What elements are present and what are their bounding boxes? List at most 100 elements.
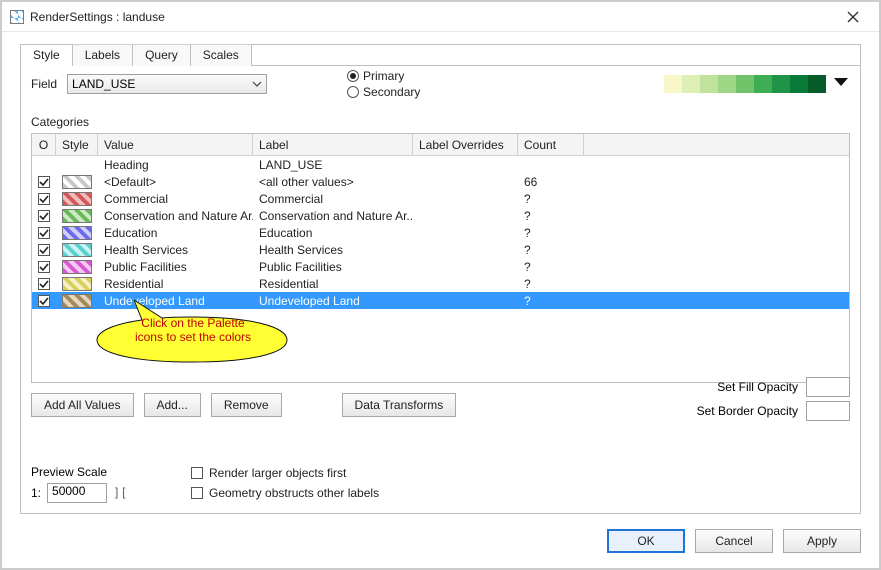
heading-label: LAND_USE — [253, 158, 413, 172]
field-value: LAND_USE — [72, 77, 135, 91]
scale-link-icon[interactable]: ][ — [113, 486, 127, 500]
scale-prefix: 1: — [31, 486, 41, 500]
style-swatch[interactable] — [62, 294, 92, 308]
palette-swatch[interactable] — [790, 75, 808, 93]
col-header-count[interactable]: Count — [518, 134, 584, 155]
row-label: Health Services — [253, 243, 413, 257]
row-value: Commercial — [98, 192, 253, 206]
row-checkbox[interactable] — [38, 295, 50, 307]
style-swatch[interactable] — [62, 226, 92, 240]
style-swatch[interactable] — [62, 260, 92, 274]
render-larger-first-checkbox[interactable] — [191, 467, 203, 479]
style-swatch[interactable] — [62, 243, 92, 257]
categories-label: Categories — [31, 115, 850, 129]
table-row[interactable]: CommercialCommercial? — [32, 190, 849, 207]
palette-swatch[interactable] — [754, 75, 772, 93]
style-swatch[interactable] — [62, 175, 92, 189]
row-count: ? — [518, 209, 584, 223]
row-checkbox[interactable] — [38, 227, 50, 239]
row-label: Residential — [253, 277, 413, 291]
row-checkbox[interactable] — [38, 278, 50, 290]
field-dropdown[interactable]: LAND_USE — [67, 74, 267, 94]
border-opacity-label: Set Border Opacity — [697, 404, 798, 418]
row-checkbox[interactable] — [38, 244, 50, 256]
palette-swatch[interactable] — [718, 75, 736, 93]
palette-picker[interactable] — [664, 75, 826, 93]
grid-heading-row[interactable]: HeadingLAND_USE — [32, 156, 849, 173]
style-swatch[interactable] — [62, 209, 92, 223]
row-count: ? — [518, 192, 584, 206]
tab-style[interactable]: Style — [20, 44, 73, 66]
tab-labels[interactable]: Labels — [72, 44, 133, 66]
title-bar: RenderSettings : landuse — [2, 2, 879, 32]
field-label: Field — [31, 77, 57, 91]
row-value: <Default> — [98, 175, 253, 189]
row-value: Health Services — [98, 243, 253, 257]
table-row[interactable]: ResidentialResidential? — [32, 275, 849, 292]
window-title: RenderSettings : landuse — [30, 10, 165, 24]
apply-button[interactable]: Apply — [783, 529, 861, 553]
table-row[interactable]: Public FacilitiesPublic Facilities? — [32, 258, 849, 275]
scale-input[interactable]: 50000 — [47, 483, 107, 503]
col-header-overrides[interactable]: Label Overrides — [413, 134, 518, 155]
col-header-value[interactable]: Value — [98, 134, 253, 155]
ok-button[interactable]: OK — [607, 529, 685, 553]
row-label: Public Facilities — [253, 260, 413, 274]
col-header-o[interactable]: O — [32, 134, 56, 155]
palette-swatch[interactable] — [700, 75, 718, 93]
fill-opacity-input[interactable] — [806, 377, 850, 397]
primary-radio-label: Primary — [363, 69, 404, 83]
table-row[interactable]: Undeveloped LandUndeveloped Land? — [32, 292, 849, 309]
add-all-values-button[interactable]: Add All Values — [31, 393, 134, 417]
app-icon — [10, 10, 24, 24]
palette-dropdown-icon[interactable] — [832, 73, 850, 94]
palette-swatch[interactable] — [808, 75, 826, 93]
dialog-window: RenderSettings : landuse StyleLabelsQuer… — [0, 0, 881, 570]
secondary-radio[interactable] — [347, 86, 359, 98]
secondary-radio-label: Secondary — [363, 85, 420, 99]
row-count: ? — [518, 226, 584, 240]
border-opacity-input[interactable] — [806, 401, 850, 421]
palette-swatch[interactable] — [682, 75, 700, 93]
row-label: Undeveloped Land — [253, 294, 413, 308]
col-header-style[interactable]: Style — [56, 134, 98, 155]
row-label: Education — [253, 226, 413, 240]
data-transforms-button[interactable]: Data Transforms — [342, 393, 457, 417]
row-value: Public Facilities — [98, 260, 253, 274]
categories-grid: O Style Value Label Label Overrides Coun… — [31, 133, 850, 383]
main-panel: StyleLabelsQueryScales Field LAND_USE Pr… — [20, 44, 861, 514]
row-count: ? — [518, 260, 584, 274]
render-larger-first-label: Render larger objects first — [209, 466, 346, 480]
row-value: Conservation and Nature Ar... — [98, 209, 253, 223]
palette-swatch[interactable] — [736, 75, 754, 93]
row-value: Undeveloped Land — [98, 294, 253, 308]
table-row[interactable]: Conservation and Nature Ar...Conservatio… — [32, 207, 849, 224]
row-count: ? — [518, 294, 584, 308]
table-row[interactable]: EducationEducation? — [32, 224, 849, 241]
row-count: 66 — [518, 175, 584, 189]
preview-scale-label: Preview Scale — [31, 465, 127, 479]
remove-button[interactable]: Remove — [211, 393, 282, 417]
col-header-label[interactable]: Label — [253, 134, 413, 155]
fill-opacity-label: Set Fill Opacity — [717, 380, 798, 394]
cancel-button[interactable]: Cancel — [695, 529, 773, 553]
row-checkbox[interactable] — [38, 261, 50, 273]
palette-swatch[interactable] — [772, 75, 790, 93]
geometry-obstructs-checkbox[interactable] — [191, 487, 203, 499]
table-row[interactable]: Health ServicesHealth Services? — [32, 241, 849, 258]
row-checkbox[interactable] — [38, 210, 50, 222]
row-checkbox[interactable] — [38, 176, 50, 188]
tab-query[interactable]: Query — [132, 44, 191, 66]
row-value: Residential — [98, 277, 253, 291]
tab-scales[interactable]: Scales — [190, 44, 252, 66]
annotation-callout: Click on the Palette icons to set the co… — [92, 302, 292, 360]
primary-radio[interactable] — [347, 70, 359, 82]
table-row[interactable]: <Default><all other values> 66 — [32, 173, 849, 190]
row-label: <all other values> — [253, 175, 413, 189]
row-checkbox[interactable] — [38, 193, 50, 205]
style-swatch[interactable] — [62, 192, 92, 206]
palette-swatch[interactable] — [664, 75, 682, 93]
close-button[interactable] — [833, 3, 873, 31]
style-swatch[interactable] — [62, 277, 92, 291]
add-button[interactable]: Add... — [144, 393, 201, 417]
